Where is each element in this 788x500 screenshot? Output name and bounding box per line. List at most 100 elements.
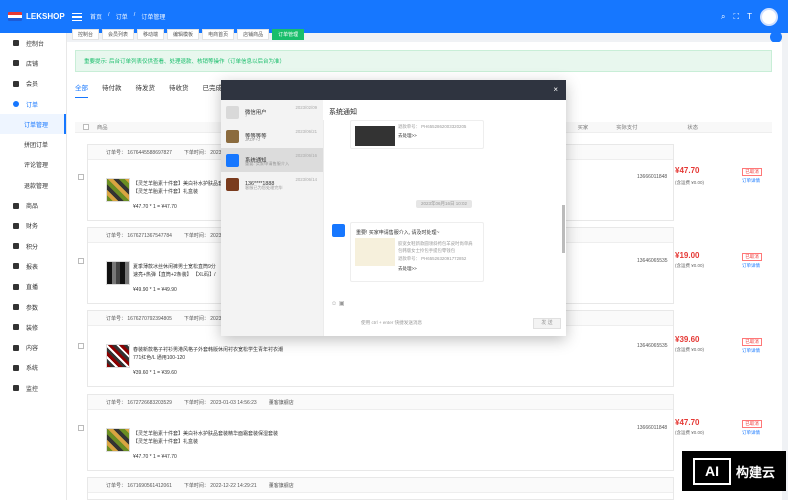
chat-session-item[interactable]: 等等等等 2023/06/21 JKDF+J [221, 124, 323, 148]
tab-order-management[interactable]: 订单管理 [272, 29, 305, 40]
shop-name: 董客旗舰店 [268, 399, 294, 406]
order-checkbox[interactable] [78, 425, 84, 431]
monitor-icon [13, 385, 19, 392]
shipping-fee: (含运费 ¥0.00) [675, 347, 705, 352]
sidebar-item-monitor[interactable]: 监控 [0, 378, 66, 398]
sidebar-item-params[interactable]: 参数 [0, 297, 66, 317]
goods-image[interactable] [106, 261, 130, 285]
close-icon[interactable]: × [553, 85, 558, 94]
order-checkbox[interactable] [78, 343, 84, 349]
sidebar-item-points[interactable]: 积分 [0, 236, 66, 256]
order-payment: ¥19.00 [675, 251, 700, 260]
sidebar-item-goods[interactable]: 商品 [0, 195, 66, 215]
fullscreen-icon[interactable]: ⛶ [734, 12, 740, 22]
status-badge: 已取消 [742, 420, 762, 428]
user-avatar-icon [226, 105, 239, 119]
breadcrumb: 首页 / 订单 / 订单管理 [90, 12, 166, 21]
tab-member-list[interactable]: 会员列表 [102, 29, 135, 40]
report-icon [13, 263, 19, 270]
hamburger-icon[interactable] [72, 12, 82, 21]
search-icon[interactable]: ⌕ [721, 12, 725, 22]
shipping-fee: (含运费 ¥0.00) [675, 263, 705, 268]
message-time: 2023年06月16日 10:02 [416, 200, 472, 208]
tab-mobile[interactable]: 移动端 [137, 29, 165, 40]
shop-name: 董客旗舰店 [268, 482, 294, 489]
tab-store-goods[interactable]: 店铺商品 [237, 29, 270, 40]
sidebar-item-refund[interactable]: 退款管理 [0, 175, 66, 195]
order-payment: ¥47.70 [675, 166, 700, 175]
order-time: 下单时间： 2023-0 [183, 315, 226, 322]
order-payment: ¥47.70 [675, 418, 700, 427]
shipping-fee: (含运费 ¥0.00) [675, 430, 705, 435]
order-card: 订单号： 1671690561412061 下单时间： 2022-12-22 14… [87, 477, 674, 500]
goods-image[interactable] [106, 428, 130, 452]
message-card: 重要! 买家申请售服介入, 请及时处理~ 胶宽女鞋新款圆领斜挎包羊皮时尚单肩 包… [350, 222, 484, 282]
smile-icon[interactable]: ☺ [331, 301, 337, 307]
order-number: 订单号： 1676271367547784 [106, 232, 172, 239]
sidebar-item-system[interactable]: 系统 [0, 358, 66, 378]
tab-dashboard[interactable]: 控制台 [72, 29, 100, 40]
chat-session-item[interactable]: 微信用户 2023/02/09 7 [221, 100, 323, 124]
order-time: 下单时间： 2023-0 [183, 149, 226, 156]
order-payment: ¥39.60 [675, 335, 700, 344]
sidebar-item-content[interactable]: 内容 [0, 337, 66, 357]
product-image [355, 238, 395, 266]
goods-image[interactable] [106, 178, 130, 202]
sidebar-item-member[interactable]: 会员 [0, 74, 66, 94]
payment-column-header: 实际支付 [616, 125, 638, 131]
order-time: 下单时间： 2023-0 [183, 232, 226, 239]
sidebar-item-store[interactable]: 店铺 [0, 53, 66, 73]
order-detail-link[interactable]: 订单详情 [742, 348, 760, 354]
order-icon [13, 101, 19, 108]
sidebar-item-comment[interactable]: 评论管理 [0, 155, 66, 175]
order-card: 订单号： 1672726683203529 下单时间： 2023-01-03 14… [87, 394, 674, 471]
status-tab-pending-receipt[interactable]: 待收货 [169, 82, 189, 98]
watermark-logo: AI 构建云 [682, 451, 786, 491]
sidebar-item-finance[interactable]: 财务 [0, 216, 66, 236]
shipping-fee: (含运费 ¥0.00) [675, 180, 705, 185]
tab-mall-home[interactable]: 电商首页 [202, 29, 235, 40]
buyer-phone: 13666011848 [637, 425, 668, 431]
chat-scrollbar[interactable] [562, 205, 565, 253]
send-button[interactable]: 发 送 [533, 318, 561, 329]
status-tab-pending-shipping[interactable]: 待发货 [136, 82, 156, 98]
font-size-icon[interactable]: T [747, 12, 752, 21]
status-badge: 已取消 [742, 168, 762, 176]
sidebar-item-dashboard[interactable]: 控制台 [0, 33, 66, 53]
decoration-icon [13, 324, 19, 331]
status-tab-pending-payment[interactable]: 待付款 [102, 82, 122, 98]
order-checkbox[interactable] [78, 258, 84, 264]
content-icon [13, 344, 19, 351]
page-tabs: 控制台 会员列表 移动端 编辑模板 电商首页 店铺商品 订单管理 [72, 28, 772, 41]
goods-image[interactable] [106, 344, 130, 368]
tab-edit-template[interactable]: 编辑模板 [167, 29, 200, 40]
sidebar-item-order[interactable]: 订单 [0, 94, 66, 114]
goods-icon [13, 202, 19, 209]
status-badge: 已取消 [742, 338, 762, 346]
send-shortcut-hint: 使用 ctrl + enter 快捷发送消息 [361, 320, 423, 325]
select-all-checkbox[interactable] [83, 124, 89, 130]
sidebar-item-report[interactable]: 报表 [0, 256, 66, 276]
order-detail-link[interactable]: 订单详情 [742, 263, 760, 269]
order-checkbox[interactable] [78, 174, 84, 180]
chat-session-item[interactable]: 136****1888 2023/06/14 客服已为您处理完毕 [221, 172, 323, 196]
notice-banner: 重要提示: 后台订单列表仅供查看、处理退款、核销等操作（订单信息以后台为准） [75, 50, 772, 72]
member-icon [13, 80, 19, 87]
status-tab-completed[interactable]: 已完成 [203, 82, 223, 98]
sidebar-item-live[interactable]: 直播 [0, 277, 66, 297]
sidebar-item-order-management[interactable]: 订单管理 [0, 114, 66, 135]
buyer-phone: 13646065535 [637, 343, 668, 349]
order-number: 订单号： 1676270792394805 [106, 315, 172, 322]
chat-session-list: 微信用户 2023/02/09 7 等等等等 2023/06/21 JKDF+J 系统通… [221, 100, 323, 336]
sidebar-item-decoration[interactable]: 装修 [0, 317, 66, 337]
user-avatar-icon [226, 129, 239, 143]
image-icon[interactable]: ▣ [339, 301, 345, 307]
status-tab-all[interactable]: 全部 [75, 82, 88, 98]
order-detail-link[interactable]: 订单详情 [742, 430, 760, 436]
order-detail-link[interactable]: 订单详情 [742, 178, 760, 184]
bell-icon [226, 153, 239, 167]
sidebar-item-group-order[interactable]: 拼团订单 [0, 134, 66, 154]
buyer-column-header: 买家 [577, 125, 589, 131]
chat-session-item-system-notice[interactable]: 系统通知 2023/06/16 重要: 买家申请售服介入 [221, 148, 323, 172]
avatar-icon[interactable] [760, 7, 778, 26]
